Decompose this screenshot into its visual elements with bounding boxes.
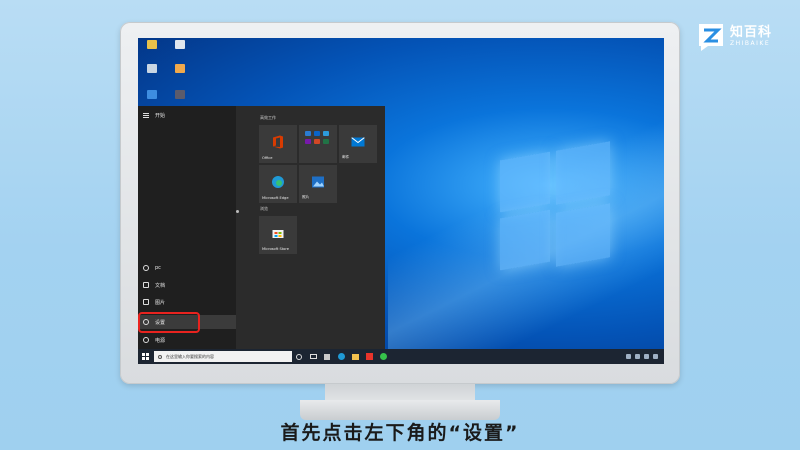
mail-icon: [351, 137, 365, 147]
brand-logo: 知百科 ZHIBAIKE: [696, 22, 772, 52]
documents-label: 文档: [155, 282, 166, 289]
windows-wallpaper-logo: [500, 141, 612, 271]
search-placeholder: 在这里输入你要搜索的内容: [166, 353, 214, 359]
monitor-base: [300, 400, 500, 420]
search-icon: [158, 354, 162, 359]
brand-name-en: ZHIBAIKE: [730, 40, 771, 47]
taskbar-edge-button[interactable]: [334, 349, 348, 364]
tutorial-caption: 首先点击左下角的“设置”: [280, 422, 520, 444]
settings-highlight-box: [138, 312, 200, 333]
tile-mail[interactable]: 邮件: [339, 125, 377, 163]
desktop-icon[interactable]: [166, 90, 194, 100]
power-label: 电源: [155, 337, 166, 344]
tile-store[interactable]: Microsoft Store: [259, 216, 297, 254]
notification-icon[interactable]: [653, 354, 658, 359]
power-icon: [143, 337, 149, 343]
edge-icon: [337, 353, 345, 360]
user-label: pc: [155, 265, 161, 271]
network-icon[interactable]: [635, 354, 640, 359]
apps-grid-icon: [305, 131, 329, 144]
start-button[interactable]: [138, 349, 152, 364]
desktop-icon[interactable]: [166, 40, 194, 50]
windows-icon: [141, 353, 149, 360]
tile-photos-label: 照片: [302, 195, 310, 199]
taskbar-app-button[interactable]: [376, 349, 390, 364]
edge-icon: [272, 175, 284, 188]
tile-store-label: Microsoft Store: [262, 247, 289, 251]
start-header-label: 开始: [155, 113, 166, 119]
start-pictures[interactable]: 图片: [138, 295, 236, 309]
app-icon: [365, 353, 373, 360]
desktop-icon[interactable]: [138, 90, 166, 100]
app-icon: [379, 353, 387, 360]
task-view-icon: [309, 354, 317, 359]
office-icon: [273, 135, 283, 149]
taskbar-app-button[interactable]: [362, 349, 376, 364]
folder-icon: [351, 353, 359, 360]
taskbar-explorer-button[interactable]: [348, 349, 362, 364]
user-icon: [143, 265, 149, 271]
tile-group-title: 浏览: [260, 206, 268, 211]
tile-edge-label: Microsoft Edge: [262, 196, 289, 200]
system-tray: [626, 354, 664, 359]
start-menu-left-rail: 开始 pc 文档 图片 设置 电源: [138, 106, 236, 349]
tile-edge[interactable]: Microsoft Edge: [259, 165, 297, 203]
tile-photos[interactable]: 照片: [299, 165, 337, 203]
brand-text: 知百科 ZHIBAIKE: [730, 26, 772, 48]
tray-icon[interactable]: [626, 354, 631, 359]
store-icon: [272, 229, 284, 238]
taskbar-app-button[interactable]: [320, 349, 334, 364]
start-header[interactable]: 开始: [143, 112, 165, 119]
photos-icon: [312, 176, 324, 188]
tile-mail-label: 邮件: [342, 155, 350, 159]
tile-group-title: 高效工作: [260, 115, 276, 120]
brand-name-cn: 知百科: [730, 25, 773, 40]
start-power[interactable]: 电源: [138, 333, 236, 347]
task-view-button[interactable]: [306, 349, 320, 364]
collapse-dot-icon: [236, 210, 239, 213]
desktop-icon[interactable]: [138, 40, 166, 50]
desktop-icon[interactable]: [166, 64, 194, 74]
zhibaike-logo-icon: [699, 24, 723, 51]
hamburger-icon: [143, 113, 149, 118]
desktop-screen: 开始 pc 文档 图片 设置 电源 高效工作 Office 邮件 Microso…: [138, 38, 664, 364]
start-menu: 开始 pc 文档 图片 设置 电源 高效工作 Office 邮件 Microso…: [138, 106, 385, 349]
tile-office-label: Office: [262, 156, 273, 160]
document-icon: [143, 282, 149, 288]
taskbar: 在这里输入你要搜索的内容: [138, 349, 664, 364]
desktop-icon[interactable]: [138, 64, 166, 74]
cortana-button[interactable]: [292, 349, 306, 364]
tile-office[interactable]: Office: [259, 125, 297, 163]
picture-icon: [143, 299, 149, 305]
app-icon: [324, 353, 330, 360]
taskbar-search-box[interactable]: 在这里输入你要搜索的内容: [154, 351, 292, 362]
start-menu-tiles: 高效工作 Office 邮件 Microsoft Edge 照片 浏览 Micr…: [242, 106, 385, 349]
cortana-icon: [296, 353, 302, 360]
volume-icon[interactable]: [644, 354, 649, 359]
start-user-account[interactable]: pc: [138, 261, 236, 275]
pictures-label: 图片: [155, 299, 166, 306]
start-documents[interactable]: 文档: [138, 278, 236, 292]
tile-productivity-apps[interactable]: [299, 125, 337, 163]
